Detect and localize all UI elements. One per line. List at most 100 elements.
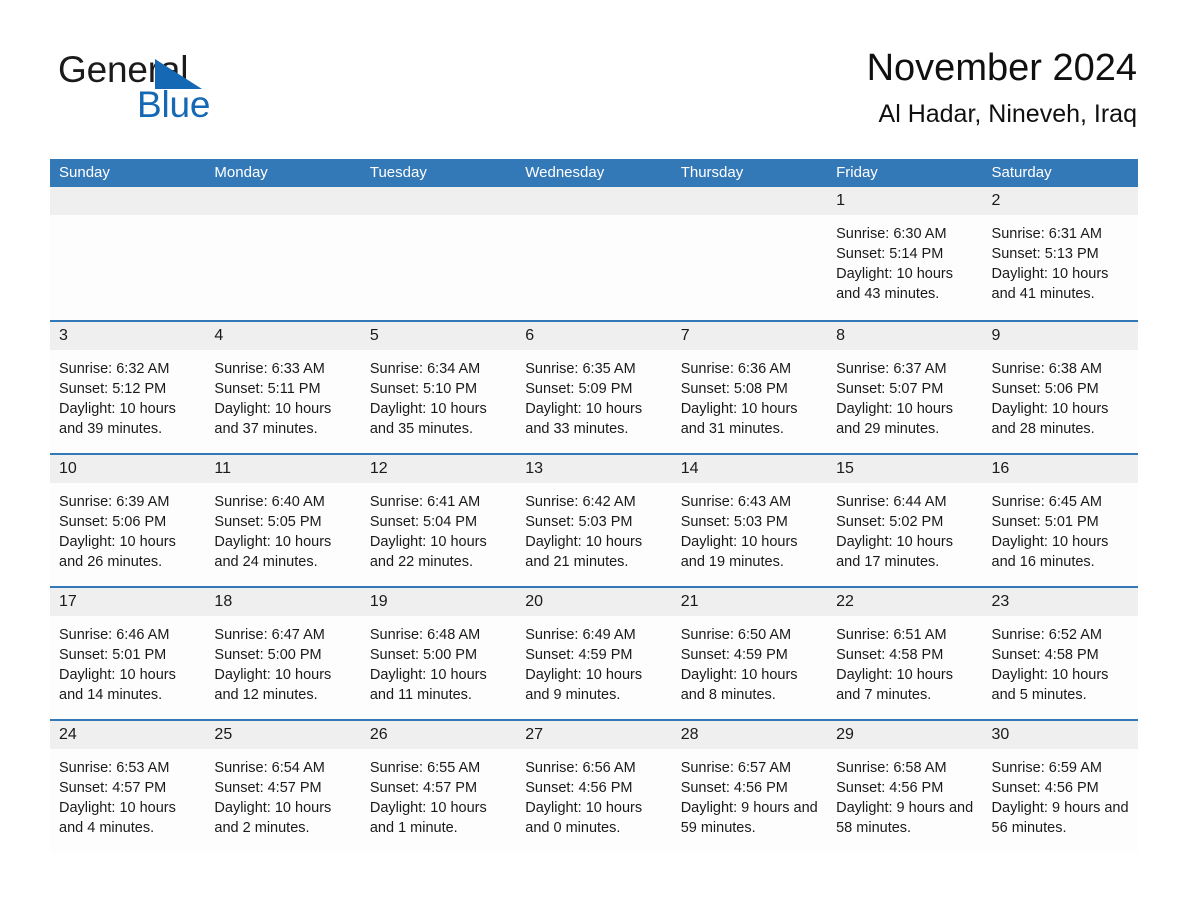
weekday-header-thursday: Thursday — [680, 164, 744, 181]
day-number: 24 — [50, 721, 206, 749]
page-subtitle: Al Hadar, Nineveh, Iraq — [878, 100, 1137, 128]
calendar-page: General Blue November 2024 Al Hadar, Nin… — [0, 0, 1188, 918]
day-cell[interactable]: 6 Sunrise: 6:35 AM Sunset: 5:09 PM Daylight… — [516, 322, 672, 453]
sunrise-text: Sunrise: 6:37 AM — [836, 361, 947, 377]
daylight-text: Daylight: 10 hours and 17 minutes. — [836, 534, 953, 570]
day-cell[interactable]: 3 Sunrise: 6:32 AM Sunset: 5:12 PM Daylight… — [50, 322, 206, 453]
day-details: Sunrise: 6:58 AM Sunset: 4:56 PM Daylight:… — [827, 749, 982, 838]
sunset-text: Sunset: 5:03 PM — [680, 514, 788, 530]
sunrise-text: Sunrise: 6:32 AM — [59, 361, 170, 377]
day-details: Sunrise: 6:45 AM Sunset: 5:01 PM Daylight:… — [983, 483, 1138, 572]
sunset-text: Sunset: 4:59 PM — [680, 647, 788, 663]
daylight-text: Daylight: 10 hours and 31 minutes. — [680, 401, 798, 437]
day-number: 3 — [50, 322, 206, 350]
daylight-text: Daylight: 10 hours and 33 minutes. — [525, 401, 643, 437]
day-number: 2 — [982, 187, 1138, 215]
day-number — [671, 187, 828, 215]
day-cell[interactable]: 25 Sunrise: 6:54 AM Sunset: 4:57 PM Dayligh… — [205, 721, 361, 852]
sunset-text: Sunset: 5:10 PM — [369, 381, 478, 397]
day-details: Sunrise: 6:36 AM Sunset: 5:08 PM Daylight:… — [672, 350, 827, 439]
daylight-text: Daylight: 10 hours and 1 minute. — [369, 800, 487, 836]
title-block: November 2024 Al Hadar, Nineveh, Iraq — [867, 44, 1137, 130]
daylight-text: Daylight: 10 hours and 28 minutes. — [991, 401, 1109, 437]
day-cell[interactable]: 23 Sunrise: 6:52 AM Sunset: 4:58 PM Dayligh… — [982, 588, 1138, 719]
day-details: Sunrise: 6:54 AM Sunset: 4:57 PM Daylight:… — [205, 749, 360, 838]
day-number: 14 — [671, 455, 828, 483]
day-cell[interactable]: 21 Sunrise: 6:50 AM Sunset: 4:59 PM Dayligh… — [671, 588, 828, 719]
day-cell[interactable]: 28 Sunrise: 6:57 AM Sunset: 4:56 PM Dayligh… — [671, 721, 828, 852]
sunset-text: Sunset: 4:57 PM — [369, 780, 478, 796]
daylight-text: Daylight: 10 hours and 14 minutes. — [59, 667, 176, 703]
day-cell[interactable]: 10 Sunrise: 6:39 AM Sunset: 5:06 PM Dayligh… — [50, 455, 206, 586]
day-details: Sunrise: 6:57 AM Sunset: 4:56 PM Daylight:… — [672, 749, 827, 838]
daylight-text: Daylight: 10 hours and 11 minutes. — [369, 667, 487, 703]
brand-name-blue: Blue — [137, 84, 211, 125]
day-cell[interactable]: 9 Sunrise: 6:38 AM Sunset: 5:06 PM Daylight… — [982, 322, 1138, 453]
day-cell[interactable]: 2 Sunrise: 6:31 AM Sunset: 5:13 PM Daylight… — [982, 187, 1138, 320]
day-cell[interactable]: 14 Sunrise: 6:43 AM Sunset: 5:03 PM Dayligh… — [671, 455, 828, 586]
daylight-text: Daylight: 10 hours and 7 minutes. — [836, 667, 953, 703]
daylight-text: Daylight: 10 hours and 5 minutes. — [991, 667, 1109, 703]
day-cell[interactable]: 20 Sunrise: 6:49 AM Sunset: 4:59 PM Dayligh… — [516, 588, 672, 719]
day-cell-empty — [516, 187, 672, 320]
day-cell[interactable]: 16 Sunrise: 6:45 AM Sunset: 5:01 PM Dayligh… — [982, 455, 1138, 586]
day-cell[interactable]: 19 Sunrise: 6:48 AM Sunset: 5:00 PM Dayligh… — [360, 588, 517, 719]
day-cell[interactable]: 8 Sunrise: 6:37 AM Sunset: 5:07 PM Daylight… — [827, 322, 983, 453]
sunset-text: Sunset: 4:56 PM — [680, 780, 788, 796]
day-details: Sunrise: 6:31 AM Sunset: 5:13 PM Daylight:… — [983, 215, 1138, 304]
calendar-week-row: 3 Sunrise: 6:32 AM Sunset: 5:12 PM Daylight… — [50, 320, 1138, 453]
sunrise-text: Sunrise: 6:55 AM — [369, 760, 481, 776]
daylight-text: Daylight: 10 hours and 39 minutes. — [59, 401, 176, 437]
day-number: 8 — [827, 322, 983, 350]
day-details: Sunrise: 6:50 AM Sunset: 4:59 PM Daylight:… — [672, 616, 827, 705]
day-details: Sunrise: 6:37 AM Sunset: 5:07 PM Daylight:… — [827, 350, 982, 439]
day-cell[interactable]: 11 Sunrise: 6:40 AM Sunset: 5:05 PM Dayligh… — [205, 455, 361, 586]
sunrise-text: Sunrise: 6:53 AM — [59, 760, 170, 776]
sunrise-text: Sunrise: 6:30 AM — [836, 226, 947, 242]
weekday-header-friday: Friday — [836, 164, 878, 181]
day-cell[interactable]: 12 Sunrise: 6:41 AM Sunset: 5:04 PM Dayligh… — [360, 455, 517, 586]
weekday-header-sunday: Sunday — [59, 164, 110, 181]
sunset-text: Sunset: 5:00 PM — [369, 647, 478, 663]
daylight-text: Daylight: 10 hours and 2 minutes. — [214, 800, 332, 836]
day-cell[interactable]: 27 Sunrise: 6:56 AM Sunset: 4:56 PM Dayligh… — [516, 721, 672, 852]
day-cell[interactable]: 4 Sunrise: 6:33 AM Sunset: 5:11 PM Daylight… — [205, 322, 361, 453]
brand-logo[interactable]: General Blue — [58, 50, 318, 134]
day-cell[interactable]: 24 Sunrise: 6:53 AM Sunset: 4:57 PM Dayligh… — [50, 721, 206, 852]
day-cell[interactable]: 30 Sunrise: 6:59 AM Sunset: 4:56 PM Dayligh… — [982, 721, 1138, 852]
day-number: 15 — [827, 455, 983, 483]
day-number: 26 — [360, 721, 517, 749]
day-cell[interactable]: 18 Sunrise: 6:47 AM Sunset: 5:00 PM Dayligh… — [205, 588, 361, 719]
day-number: 30 — [982, 721, 1138, 749]
day-number: 23 — [982, 588, 1138, 616]
day-details: Sunrise: 6:55 AM Sunset: 4:57 PM Daylight:… — [361, 749, 516, 838]
daylight-text: Daylight: 10 hours and 29 minutes. — [836, 401, 953, 437]
day-cell[interactable]: 1 Sunrise: 6:30 AM Sunset: 5:14 PM Daylight… — [827, 187, 983, 320]
day-cell[interactable]: 7 Sunrise: 6:36 AM Sunset: 5:08 PM Daylight… — [671, 322, 828, 453]
sunset-text: Sunset: 5:13 PM — [991, 246, 1099, 262]
day-cell[interactable]: 13 Sunrise: 6:42 AM Sunset: 5:03 PM Dayligh… — [516, 455, 672, 586]
weekday-header-tuesday: Tuesday — [369, 164, 427, 181]
day-cell[interactable]: 22 Sunrise: 6:51 AM Sunset: 4:58 PM Dayligh… — [827, 588, 983, 719]
sunset-text: Sunset: 5:01 PM — [59, 647, 167, 663]
daylight-text: Daylight: 10 hours and 22 minutes. — [369, 534, 487, 570]
calendar-week-row: 24 Sunrise: 6:53 AM Sunset: 4:57 PM Dayligh… — [50, 719, 1138, 852]
day-cell[interactable]: 26 Sunrise: 6:55 AM Sunset: 4:57 PM Dayligh… — [360, 721, 517, 852]
day-cell[interactable]: 29 Sunrise: 6:58 AM Sunset: 4:56 PM Dayligh… — [827, 721, 983, 852]
day-number — [205, 187, 361, 215]
daylight-text: Daylight: 10 hours and 8 minutes. — [680, 667, 798, 703]
day-details: Sunrise: 6:38 AM Sunset: 5:06 PM Daylight:… — [983, 350, 1138, 439]
sunrise-text: Sunrise: 6:42 AM — [525, 494, 636, 510]
day-details: Sunrise: 6:42 AM Sunset: 5:03 PM Daylight:… — [516, 483, 671, 572]
day-cell[interactable]: 17 Sunrise: 6:46 AM Sunset: 5:01 PM Dayligh… — [50, 588, 206, 719]
day-cell[interactable]: 5 Sunrise: 6:34 AM Sunset: 5:10 PM Daylight… — [360, 322, 517, 453]
day-number: 16 — [982, 455, 1138, 483]
sunrise-text: Sunrise: 6:48 AM — [369, 627, 481, 643]
day-number: 12 — [360, 455, 517, 483]
weekday-header-row: Sunday Monday Tuesday Wednesday Thursday Frid… — [50, 159, 1138, 187]
day-cell[interactable]: 15 Sunrise: 6:44 AM Sunset: 5:02 PM Dayligh… — [827, 455, 983, 586]
sunset-text: Sunset: 4:56 PM — [525, 780, 633, 796]
day-details: Sunrise: 6:30 AM Sunset: 5:14 PM Daylight:… — [827, 215, 982, 304]
day-number — [360, 187, 517, 215]
page-header: General Blue November 2024 Al Hadar, Nin… — [50, 44, 1137, 144]
